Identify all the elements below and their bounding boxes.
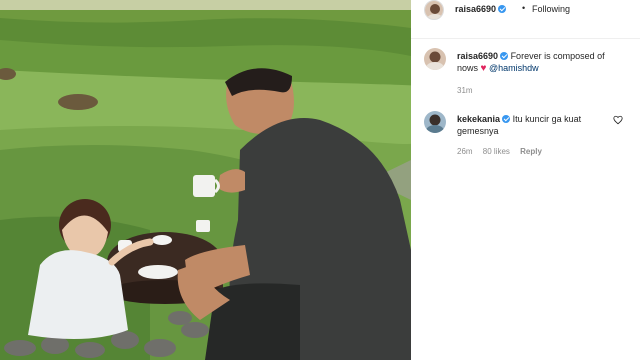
verified-badge-icon [498, 5, 507, 13]
reply-button[interactable]: Reply [520, 147, 542, 156]
commenter-username[interactable]: kekekania [457, 114, 500, 124]
red-heart-emoji-icon: ♥ [480, 63, 487, 74]
comment-text: kekekania Itu kuncir ga kuat gemesnya [457, 113, 622, 137]
post-photo[interactable] [0, 0, 411, 360]
verified-badge-icon [500, 52, 509, 60]
comment-text: raisa6690 Forever is composed of nows ♥ … [457, 50, 622, 75]
commenter-username[interactable]: raisa6690 [457, 51, 498, 61]
comment-meta: 31m [457, 86, 481, 95]
author-avatar[interactable] [424, 0, 444, 20]
comment-likes[interactable]: 80 likes [483, 147, 510, 156]
mention-link[interactable]: @hamishdw [489, 63, 539, 73]
post-image [0, 0, 411, 360]
comments-panel: raisa6690 • Following raisa6690 Forever … [411, 0, 640, 360]
author-username-text[interactable]: raisa6690 [455, 4, 496, 14]
comment-time[interactable]: 31m [457, 86, 473, 95]
heart-outline-icon[interactable] [613, 115, 623, 125]
following-button[interactable]: Following [532, 4, 570, 14]
separator-dot: • [522, 3, 526, 13]
commenter-avatar[interactable] [424, 48, 446, 70]
verified-badge-icon [502, 115, 511, 123]
comment-meta: 26m 80 likes Reply [457, 147, 550, 156]
author-username[interactable]: raisa6690 [455, 4, 507, 14]
commenter-avatar[interactable] [424, 111, 446, 133]
comment-time[interactable]: 26m [457, 147, 473, 156]
post-header: raisa6690 • Following [411, 0, 640, 39]
